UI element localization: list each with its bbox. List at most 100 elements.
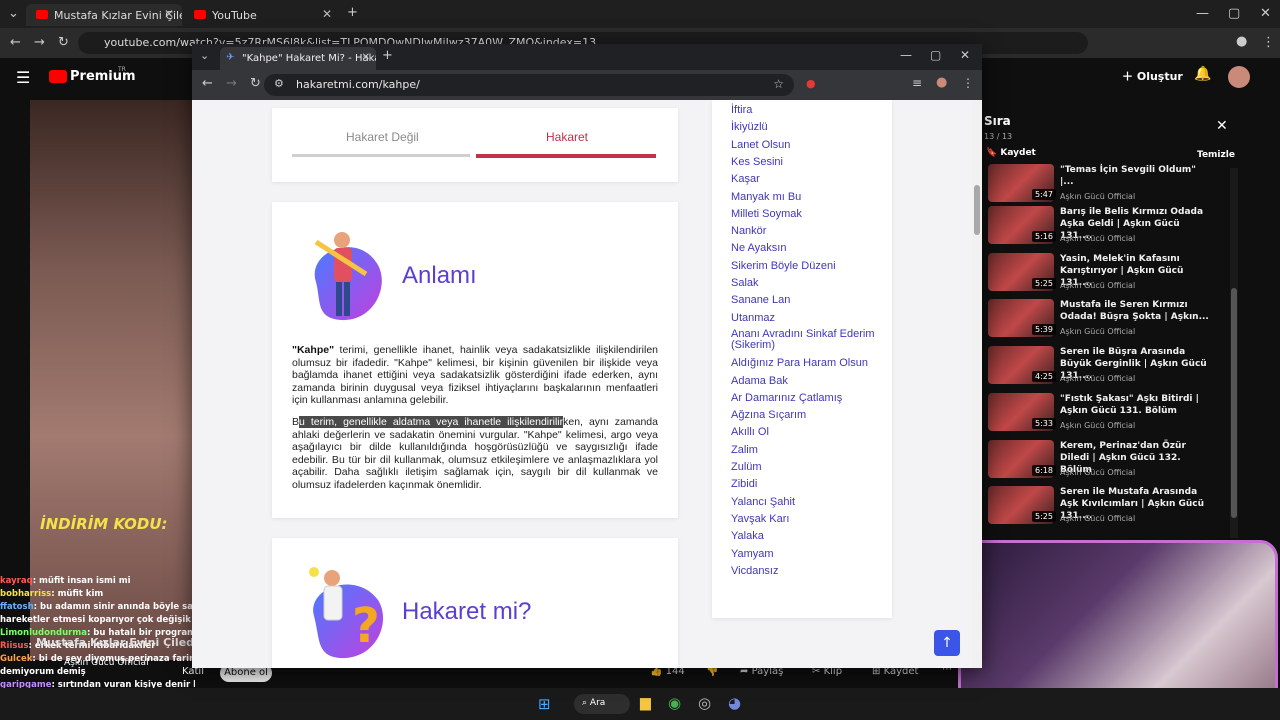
word-link[interactable]: Adama Bak (731, 375, 788, 387)
media-icon[interactable]: ≡ (912, 76, 922, 90)
word-link[interactable]: İftira (731, 104, 752, 116)
close-icon[interactable]: ✕ (362, 52, 370, 63)
video-thumbnail[interactable]: 5:39 (988, 299, 1056, 338)
scroll-thumb[interactable] (1231, 288, 1237, 518)
word-link[interactable]: Yamyam (731, 548, 774, 560)
video-thumbnail[interactable]: 5:25 (988, 252, 1056, 291)
word-link[interactable]: Aldığınız Para Haram Olsun (731, 357, 868, 369)
maximize-icon[interactable]: ▢ (930, 48, 941, 62)
tab-hakaret[interactable]: Hakaret (546, 130, 588, 144)
bookmark-star-icon[interactable]: ☆ (773, 77, 784, 91)
menu-icon[interactable]: ⋮ (1262, 35, 1275, 50)
queue-item[interactable]: 4:25 Seren ile Büşra Arasında Büyük Gergi… (988, 346, 1238, 392)
word-link[interactable]: Yavşak Karı (731, 513, 790, 525)
scroll-to-top-button[interactable]: ↑ (934, 630, 960, 656)
queue-item[interactable]: 5:47 "Temas İçin Sevgili Oldum" |... Aşkın… (988, 164, 1238, 210)
save-queue-button[interactable]: 🔖 Kaydet (986, 148, 1036, 158)
close-icon[interactable]: ✕ (1216, 118, 1228, 134)
video-thumbnail[interactable]: 6:18 (988, 439, 1056, 478)
video-title[interactable]: "Temas İçin Sevgili Oldum" |... (1060, 164, 1210, 188)
video-thumbnail[interactable]: 5:47 (988, 164, 1056, 202)
queue-item[interactable]: 5:39 Mustafa ile Seren Kırmızı Odada! Büş… (988, 299, 1238, 345)
channel-name: Aşkın Gücü Official (1060, 514, 1136, 524)
chrome-icon[interactable]: ◉ (668, 694, 681, 712)
word-link[interactable]: Yalaka (731, 530, 764, 542)
word-link[interactable]: Kaşar (731, 173, 760, 185)
discord-icon[interactable]: ◕ (728, 694, 741, 712)
youtube-logo-icon[interactable] (49, 70, 67, 83)
forward-icon[interactable]: → (34, 35, 45, 50)
word-link[interactable]: Zibidi (731, 478, 757, 490)
word-link[interactable]: Salak (731, 277, 759, 289)
clear-queue-button[interactable]: Temizle (1197, 150, 1235, 160)
scroll-thumb[interactable] (974, 185, 980, 235)
word-link[interactable]: Yalancı Şahit (731, 496, 795, 508)
reload-icon[interactable]: ↻ (250, 76, 261, 91)
word-link[interactable]: Vicdansız (731, 565, 779, 577)
address-bar[interactable]: ⚙ hakaretmi.com/kahpe/ ☆ (264, 74, 794, 96)
queue-item[interactable]: 5:25 Seren ile Mustafa Arasında Aşk Kıvıl… (988, 486, 1238, 532)
close-icon[interactable]: ✕ (322, 7, 332, 21)
word-link[interactable]: Utanmaz (731, 312, 775, 324)
word-link[interactable]: Lanet Olsun (731, 139, 790, 151)
site-info-icon[interactable]: ⚙ (274, 77, 284, 90)
word-link[interactable]: Nankör (731, 225, 766, 237)
word-link[interactable]: Milleti Soymak (731, 208, 802, 220)
video-thumbnail[interactable]: 4:25 (988, 346, 1056, 385)
forward-icon[interactable]: → (226, 76, 237, 91)
queue-item[interactable]: 5:25 Yasin, Melek'in Kafasını Karıştırıyo… (988, 252, 1238, 299)
hamburger-menu-icon[interactable]: ☰ (16, 68, 30, 87)
minimize-icon[interactable]: — (900, 48, 912, 62)
back-icon[interactable]: ← (202, 76, 213, 91)
word-link[interactable]: Sanane Lan (731, 294, 790, 306)
tab-hakaret-degil[interactable]: Hakaret Değil (346, 130, 419, 144)
taskbar-search[interactable]: ⌕ Ara (574, 694, 630, 714)
word-link[interactable]: Sikerim Böyle Düzeni (731, 260, 836, 272)
queue-item[interactable]: 5:16 Barış ile Belis Kırmızı Odada Aşka G… (988, 206, 1238, 252)
video-title[interactable]: Mustafa ile Seren Kırmızı Odada! Büşra Ş… (1060, 299, 1210, 323)
create-button[interactable]: ＋ Oluştur (1122, 68, 1183, 84)
profile-avatar[interactable]: ● (1236, 34, 1247, 49)
tab-list-icon[interactable]: ⌄ (200, 49, 209, 62)
queue-item[interactable]: 5:33 "Fıstık Şakası" Aşkı Bitirdi | Aşkın… (988, 392, 1238, 439)
reload-icon[interactable]: ↻ (58, 35, 69, 50)
word-link[interactable]: Ar Damarınız Çatlamış (731, 392, 842, 404)
word-link[interactable]: İkiyüzlü (731, 121, 768, 133)
new-tab-icon[interactable]: + (347, 5, 358, 20)
word-link[interactable]: Ağzına Sıçarım (731, 409, 806, 421)
file-explorer-icon[interactable]: ▆ (640, 695, 651, 711)
word-link[interactable]: Ananı Avradını Sinkaf Ederim (Sikerim) (731, 328, 881, 351)
tab-hakaretmi[interactable]: ✈ "Kahpe" Hakaret Mi? - Hakaret ✕ (220, 47, 376, 70)
word-link[interactable]: Zalim (731, 444, 758, 456)
tab-youtube[interactable]: YouTube ✕ (184, 4, 340, 26)
tab-aşkın-gücü[interactable]: Mustafa Kızlar Evini Çileden Çık ✕ (26, 4, 182, 26)
avatar[interactable] (1228, 66, 1250, 88)
menu-icon[interactable]: ⋮ (962, 76, 974, 90)
windows-start-icon[interactable]: ⊞ (538, 695, 551, 713)
video-thumbnail[interactable]: 5:16 (988, 206, 1056, 244)
back-icon[interactable]: ← (10, 35, 21, 50)
new-tab-icon[interactable]: + (382, 48, 393, 63)
channel-name[interactable]: Aşkın Gücü Official (64, 658, 149, 668)
maximize-icon[interactable]: ▢ (1228, 6, 1240, 21)
close-icon[interactable]: ✕ (164, 7, 174, 21)
queue-scrollbar[interactable] (1230, 168, 1238, 538)
word-link[interactable]: Zulüm (731, 461, 762, 473)
app-icon[interactable]: ◎ (698, 694, 711, 712)
profile-avatar[interactable]: ● (936, 75, 947, 90)
word-link[interactable]: Ne Ayaksın (731, 242, 786, 254)
word-link[interactable]: Manyak mı Bu (731, 191, 801, 203)
video-title[interactable]: "Fıstık Şakası" Aşkı Bitirdi | Aşkın Güc… (1060, 393, 1210, 417)
notifications-bell-icon[interactable]: 🔔 (1194, 66, 1211, 82)
minimize-icon[interactable]: — (1196, 6, 1209, 21)
extension-icon[interactable]: ● (806, 77, 816, 90)
word-link[interactable]: Kes Sesini (731, 156, 783, 168)
video-thumbnail[interactable]: 5:33 (988, 392, 1056, 431)
close-icon[interactable]: ✕ (960, 48, 970, 62)
page-scrollbar[interactable] (972, 100, 982, 668)
video-thumbnail[interactable]: 5:25 (988, 486, 1056, 525)
queue-item[interactable]: 6:18 Kerem, Perinaz'dan Özür Diledi | Aşk… (988, 439, 1238, 486)
word-link[interactable]: Akıllı Ol (731, 426, 769, 438)
close-icon[interactable]: ✕ (1260, 6, 1271, 21)
tab-list-icon[interactable]: ⌄ (8, 6, 19, 21)
